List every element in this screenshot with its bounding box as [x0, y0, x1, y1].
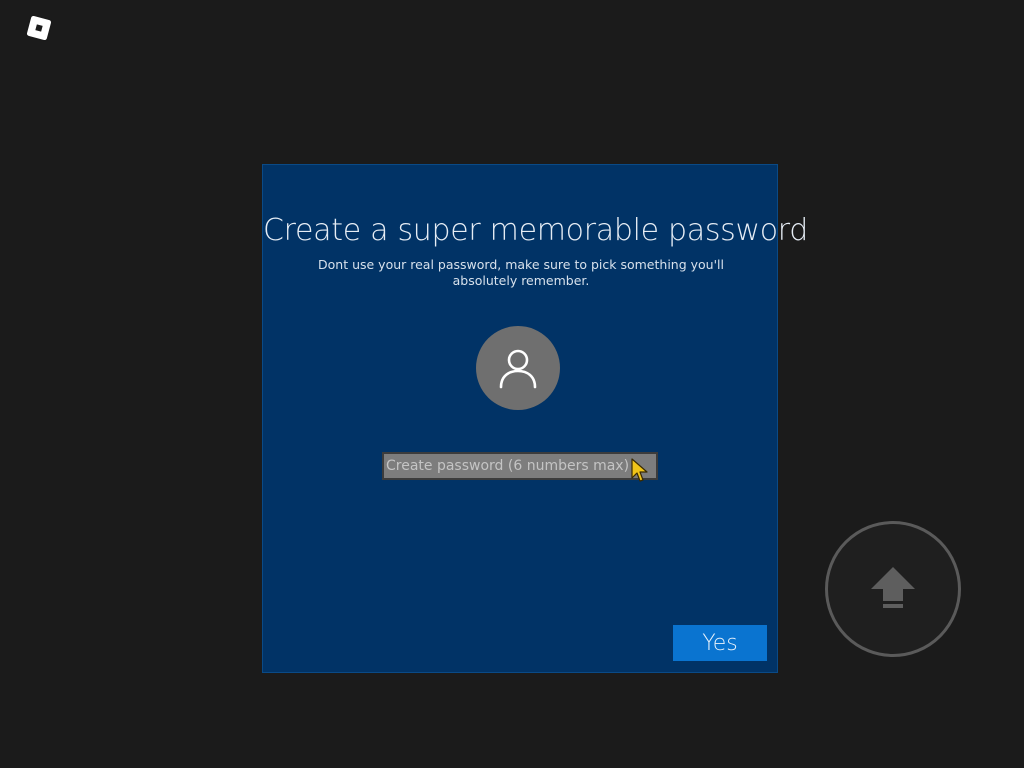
game-screen: Create a super memorable password Dont u…: [0, 0, 1024, 768]
jump-button[interactable]: [825, 521, 961, 657]
password-dialog: Create a super memorable password Dont u…: [262, 164, 809, 673]
yes-button[interactable]: Yes: [673, 625, 767, 661]
dialog-title: Create a super memorable password: [263, 213, 809, 248]
roblox-logo-icon: [25, 14, 53, 42]
roblox-menu-button[interactable]: [18, 8, 60, 48]
user-icon: [499, 349, 537, 389]
up-arrow-icon: [871, 567, 915, 608]
avatar: [476, 326, 560, 410]
password-input[interactable]: [382, 452, 658, 480]
dialog-subtitle: Dont use your real password, make sure t…: [318, 257, 724, 288]
